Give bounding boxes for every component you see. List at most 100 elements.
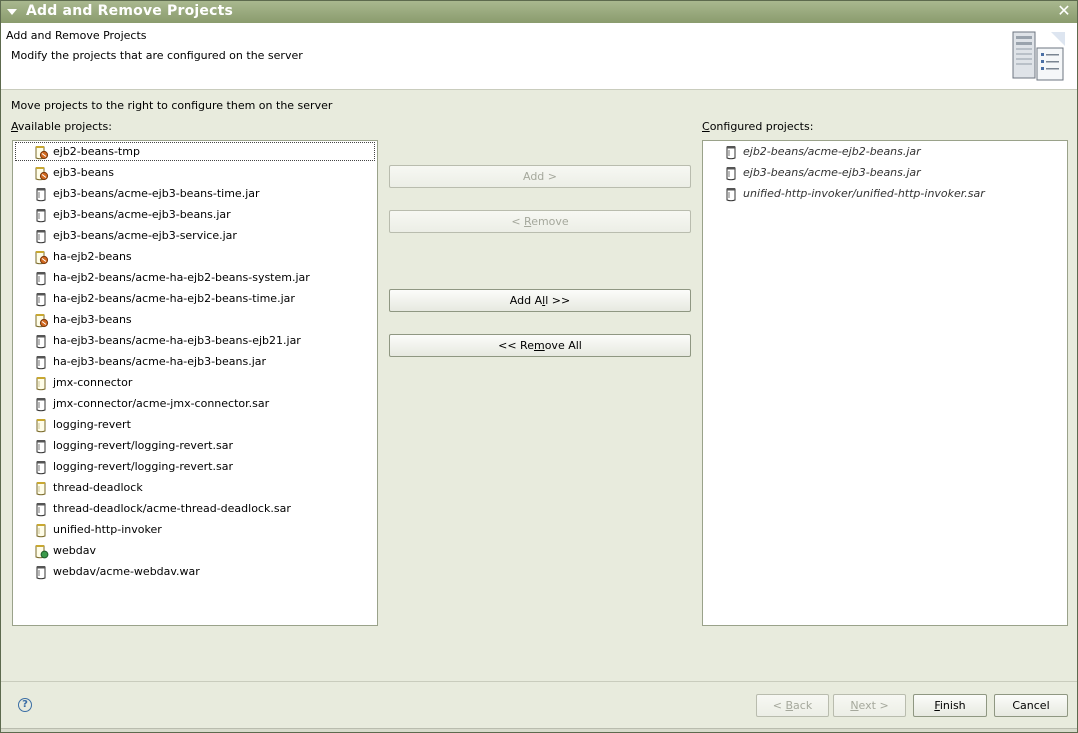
available-list-item[interactable]: unified-http-invoker [13, 519, 377, 540]
available-list-item[interactable]: jmx-connector/acme-jmx-connector.sar [13, 393, 377, 414]
available-list-item[interactable]: logging-revert/logging-revert.sar [13, 456, 377, 477]
dialog-window: Add and Remove Projects ✕ Add and Remove… [0, 0, 1078, 733]
back-label-post: ack [793, 699, 813, 712]
jar-module-icon [33, 438, 49, 454]
add-all-label-post: l >> [545, 294, 571, 307]
sar-project-icon [33, 375, 49, 391]
jar-module-icon [33, 333, 49, 349]
add-button[interactable]: Add > [389, 165, 691, 188]
instruction-text: Move projects to the right to configure … [11, 99, 333, 112]
configured-mnemonic: C [702, 120, 710, 133]
finish-button[interactable]: Finish [913, 694, 987, 717]
banner-description: Modify the projects that are configured … [11, 49, 303, 62]
available-list-item[interactable]: ha-ejb2-beans [13, 246, 377, 267]
wizard-banner: Add and Remove Projects Modify the proje… [1, 23, 1077, 90]
sar-project-icon [33, 417, 49, 433]
close-icon[interactable]: ✕ [1055, 2, 1073, 20]
next-button[interactable]: Next > [833, 694, 906, 717]
cancel-label: Cancel [1012, 699, 1050, 712]
available-mnemonic: A [11, 120, 18, 133]
available-list-item[interactable]: logging-revert/logging-revert.sar [13, 435, 377, 456]
remove-button[interactable]: < Remove [389, 210, 691, 233]
available-item-label: ejb3-beans/acme-ejb3-beans-time.jar [53, 187, 260, 200]
banner-title: Add and Remove Projects [6, 29, 147, 42]
jar-module-icon [33, 228, 49, 244]
configured-list-item[interactable]: ejb3-beans/acme-ejb3-beans.jar [703, 162, 1067, 183]
available-item-label: jmx-connector/acme-jmx-connector.sar [53, 397, 270, 410]
jar-module-icon [723, 186, 739, 202]
add-all-label-pre: Add A [509, 294, 543, 307]
available-list-item[interactable]: thread-deadlock/acme-thread-deadlock.sar [13, 498, 377, 519]
available-list-item[interactable]: webdav/acme-webdav.war [13, 561, 377, 582]
available-item-label: jmx-connector [53, 376, 133, 389]
footer-separator [1, 681, 1077, 682]
remove-all-label-pre: << Re [498, 339, 534, 352]
available-item-label: ha-ejb3-beans/acme-ha-ejb3-beans.jar [53, 355, 267, 368]
jar-module-icon [33, 501, 49, 517]
ejb-project-icon [33, 312, 49, 328]
available-item-label: ha-ejb3-beans/acme-ha-ejb3-beans-ejb21.j… [53, 334, 301, 347]
help-icon[interactable]: ? [18, 698, 32, 712]
configured-list-item[interactable]: ejb2-beans/acme-ejb2-beans.jar [703, 141, 1067, 162]
available-list-item[interactable]: ejb3-beans/acme-ejb3-service.jar [13, 225, 377, 246]
available-item-label: logging-revert/logging-revert.sar [53, 439, 233, 452]
window-bottom-edge [1, 728, 1077, 732]
jar-module-icon [33, 459, 49, 475]
remove-button-label-post: emove [531, 215, 569, 228]
available-list-item[interactable]: logging-revert [13, 414, 377, 435]
available-list-item[interactable]: ejb3-beans/acme-ejb3-beans-time.jar [13, 183, 377, 204]
remove-all-button[interactable]: << Remove All [389, 334, 691, 357]
remove-button-label-pre: < [511, 215, 525, 228]
jar-module-icon [33, 207, 49, 223]
available-list-item[interactable]: ha-ejb3-beans [13, 309, 377, 330]
available-label-text: vailable projects: [17, 120, 112, 133]
available-item-label: ejb3-beans/acme-ejb3-service.jar [53, 229, 237, 242]
available-item-label: unified-http-invoker [53, 523, 162, 536]
available-item-label: thread-deadlock/acme-thread-deadlock.sar [53, 502, 291, 515]
available-list-item[interactable]: thread-deadlock [13, 477, 377, 498]
configured-projects-list[interactable]: ejb2-beans/acme-ejb2-beans.jar ejb3-beans… [702, 140, 1068, 626]
available-list-item[interactable]: ha-ejb3-beans/acme-ha-ejb3-beans-ejb21.j… [13, 330, 377, 351]
jar-module-icon [33, 396, 49, 412]
back-button[interactable]: < Back [756, 694, 829, 717]
available-list-item[interactable]: ha-ejb2-beans/acme-ha-ejb2-beans-time.ja… [13, 288, 377, 309]
available-list-item[interactable]: ejb2-beans-tmp [13, 141, 377, 162]
next-label-post: ext > [858, 699, 889, 712]
jar-module-icon [33, 270, 49, 286]
web-project-icon [33, 543, 49, 559]
configured-label-text: onfigured projects: [709, 120, 814, 133]
available-list-item[interactable]: ejb3-beans/acme-ejb3-beans.jar [13, 204, 377, 225]
jar-module-icon [723, 144, 739, 160]
configured-item-label: ejb2-beans/acme-ejb2-beans.jar [743, 145, 921, 158]
jar-module-icon [33, 186, 49, 202]
server-icon [1012, 31, 1065, 81]
available-list-item[interactable]: webdav [13, 540, 377, 561]
remove-all-label-post: ove All [544, 339, 582, 352]
configured-projects-label: Configured projects: [702, 120, 813, 133]
available-item-label: ejb2-beans-tmp [53, 145, 140, 158]
available-item-label: logging-revert/logging-revert.sar [53, 460, 233, 473]
configured-list-item[interactable]: unified-http-invoker/unified-http-invoke… [703, 183, 1067, 204]
available-list-item[interactable]: ejb3-beans [13, 162, 377, 183]
available-projects-list[interactable]: ejb2-beans-tmp ejb3-beans ejb3-beans/acme-… [12, 140, 378, 626]
available-list-item[interactable]: jmx-connector [13, 372, 377, 393]
available-item-label: ha-ejb3-beans [53, 313, 132, 326]
window-title: Add and Remove Projects [26, 3, 234, 19]
jar-module-icon [723, 165, 739, 181]
available-list-item[interactable]: ha-ejb2-beans/acme-ha-ejb2-beans-system.… [13, 267, 377, 288]
available-list-item[interactable]: ha-ejb3-beans/acme-ha-ejb3-beans.jar [13, 351, 377, 372]
sar-project-icon [33, 480, 49, 496]
back-label-pre: < [772, 699, 786, 712]
window-menu-icon[interactable] [7, 9, 17, 15]
available-item-label: logging-revert [53, 418, 131, 431]
cancel-button[interactable]: Cancel [994, 694, 1068, 717]
next-mnemonic: N [850, 699, 859, 712]
jar-module-icon [33, 564, 49, 580]
add-all-button[interactable]: Add All >> [389, 289, 691, 312]
sar-project-icon [33, 522, 49, 538]
add-button-label: Add > [522, 170, 557, 183]
ejb-project-icon [33, 144, 49, 160]
title-bar: Add and Remove Projects ✕ [1, 1, 1077, 23]
available-item-label: ha-ejb2-beans/acme-ha-ejb2-beans-system.… [53, 271, 310, 284]
available-item-label: ejb3-beans [53, 166, 114, 179]
